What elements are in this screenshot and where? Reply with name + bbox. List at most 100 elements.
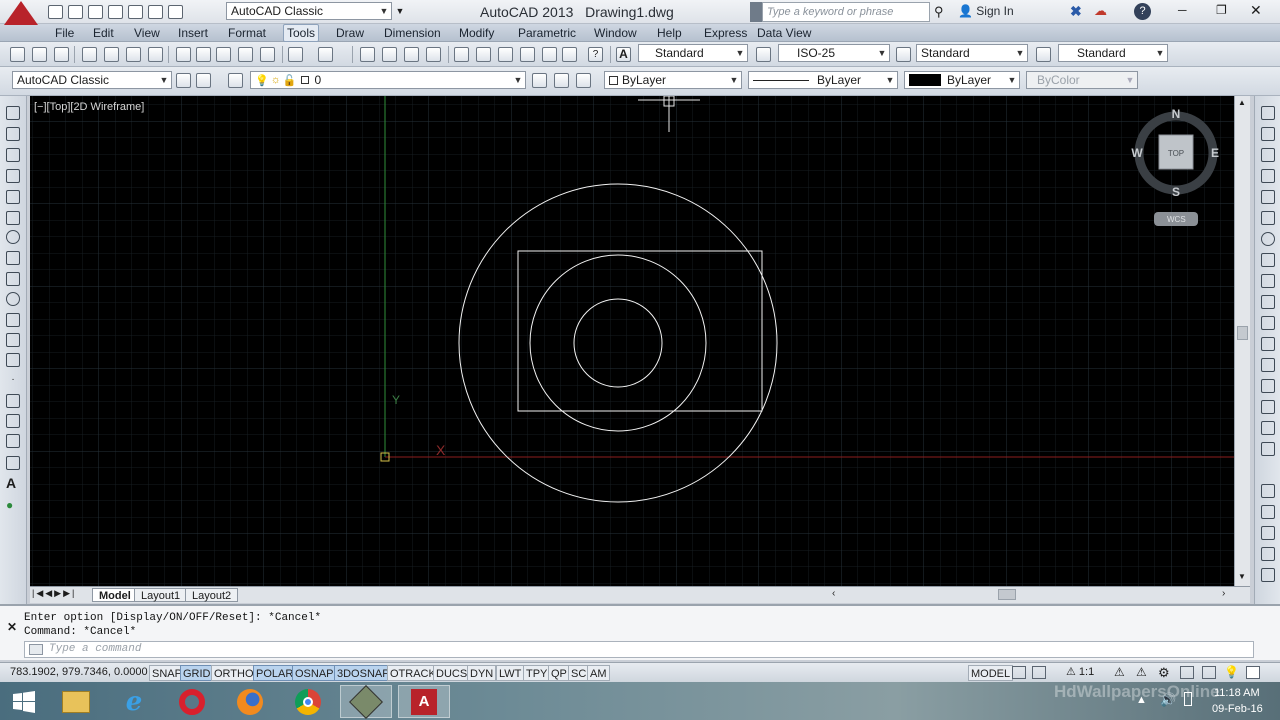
ellipse-icon[interactable] [6,292,20,306]
multileader-style-icon[interactable] [1036,47,1051,62]
publish-icon[interactable] [126,47,141,62]
workspace-switcher[interactable]: AutoCAD Classic ▼ [226,2,392,20]
make-block-icon[interactable] [6,353,20,367]
scroll-left-icon[interactable]: ‹ [832,588,835,599]
layer-properties-icon[interactable] [228,73,243,88]
quickcalc-icon[interactable] [562,47,577,62]
sign-in-link[interactable]: 👤 Sign In [958,4,1014,18]
revision-cloud-icon[interactable] [6,251,20,265]
help-search-input[interactable]: Type a keyword or phrase [762,2,930,22]
new-file-icon[interactable] [48,4,63,19]
command-input[interactable]: Type a command [24,641,1254,658]
toolbar-lock-icon[interactable] [196,73,211,88]
hardware-acceleration-icon[interactable] [1202,666,1216,679]
toggle-qp[interactable]: QP [548,665,570,681]
toggle-otrack[interactable]: OTRACK [387,665,439,681]
menu-help[interactable]: Help [654,25,685,41]
auto-scale-icon[interactable]: ⚠ [1136,665,1147,679]
vertical-scrollbar[interactable]: ▲ ▼ [1234,96,1250,586]
help-icon[interactable]: ? [1134,3,1151,20]
region-icon[interactable] [6,434,20,448]
layer-select[interactable]: 💡 ☼ 🔓 0 ▼ [250,71,526,89]
workspace-select[interactable]: AutoCAD Classic ▼ [12,71,172,89]
text-to-front-icon[interactable] [1261,568,1275,582]
viewport-controls-label[interactable]: [−][Top][2D Wireframe] [34,101,144,113]
add-selected-icon[interactable]: ● [6,498,20,512]
annotation-visibility-icon[interactable]: ⚠ [1114,665,1125,679]
toggle-3dosnap[interactable]: 3DOSNAP [334,665,393,681]
menu-draw[interactable]: Draw [333,25,367,41]
drawing-viewport[interactable]: Y X TOP N S E W WCS [−][Top][2D Wirefram… [30,96,1234,586]
sheet-set-icon[interactable] [520,47,535,62]
break-icon[interactable] [1261,358,1275,372]
compass-east[interactable]: E [1211,146,1219,160]
tab-layout2[interactable]: Layout2 [185,588,239,602]
rectangle-icon[interactable] [6,190,20,204]
autocad-logo-icon[interactable] [4,1,38,25]
dimension-style-select[interactable]: ISO-25 ▼ [778,44,890,62]
close-button[interactable]: ✕ [1250,2,1262,19]
bring-to-front-icon[interactable] [1261,526,1275,540]
taskbar-autocad-app[interactable] [340,684,392,719]
save-icon[interactable] [54,47,69,62]
construction-line-icon[interactable] [6,127,20,141]
quick-view-drawings-icon[interactable] [1032,666,1046,679]
clock-date[interactable]: 09-Feb-16 [1212,703,1263,715]
join-icon[interactable] [1261,379,1275,393]
viewcube-top-label[interactable]: TOP [1168,149,1184,158]
minimize-button[interactable]: ─ [1178,3,1187,17]
taskbar-file-explorer[interactable] [50,685,102,718]
battery-icon[interactable] [1184,692,1192,706]
make-object-layer-current-icon[interactable] [532,73,547,88]
tool-palettes-icon[interactable] [498,47,513,62]
toggle-tpy[interactable]: TPY [523,665,551,681]
match-properties-icon[interactable] [238,47,253,62]
design-center-icon[interactable] [476,47,491,62]
workspace-settings-icon[interactable] [176,73,191,88]
zoom-previous-icon[interactable] [426,47,441,62]
extend-icon[interactable] [1261,316,1275,330]
exchange-icon[interactable]: ✖ [1070,3,1082,20]
array-icon[interactable] [1261,190,1275,204]
layer-states-icon[interactable] [576,73,591,88]
scroll-up-icon[interactable]: ▲ [1238,98,1246,107]
paste-icon[interactable] [216,47,231,62]
toolbar-lock-icon[interactable] [1180,666,1194,679]
text-style-select[interactable]: Standard ▼ [638,44,748,62]
open-file-icon[interactable] [32,47,47,62]
linetype-select[interactable]: ByLayer ▼ [748,71,898,89]
ellipse-arc-icon[interactable] [6,313,20,327]
table-style-select[interactable]: Standard ▼ [916,44,1028,62]
menu-format[interactable]: Format [225,25,269,41]
drawing-canvas[interactable]: Y X TOP N S E W WCS [30,96,1234,586]
toggle-lwt[interactable]: LWT [496,665,525,681]
zoom-realtime-icon[interactable] [382,47,397,62]
undo-icon[interactable] [148,4,163,19]
toggle-ducs[interactable]: DUCS [433,665,471,681]
compass-north[interactable]: N [1172,107,1181,121]
rotate-icon[interactable] [1261,232,1275,246]
properties-icon[interactable] [454,47,469,62]
break-at-point-icon[interactable] [1261,337,1275,351]
trim-icon[interactable] [1261,295,1275,309]
customize-dropdown-icon[interactable]: ▼ [394,2,406,20]
scale-icon[interactable] [1261,253,1275,267]
menu-modify[interactable]: Modify [456,25,497,41]
undo-icon[interactable] [288,47,303,62]
redo-icon[interactable] [318,47,333,62]
scroll-right-icon[interactable]: › [1222,588,1225,599]
chamfer-icon[interactable] [1261,400,1275,414]
search-expand-icon[interactable] [750,2,762,22]
menu-tools[interactable]: Tools [283,24,320,42]
fillet-icon[interactable] [1261,421,1275,435]
copy-icon[interactable] [196,47,211,62]
spline-icon[interactable] [6,272,20,286]
clean-screen-icon[interactable] [1246,666,1260,679]
send-to-back-icon[interactable] [1261,547,1275,561]
taskbar-chrome[interactable] [282,685,334,718]
open-file-icon[interactable] [68,4,83,19]
menu-file[interactable]: File [52,25,77,41]
line-icon[interactable] [6,106,20,120]
help-icon[interactable]: ? [588,47,603,62]
mirror-icon[interactable] [1261,148,1275,162]
